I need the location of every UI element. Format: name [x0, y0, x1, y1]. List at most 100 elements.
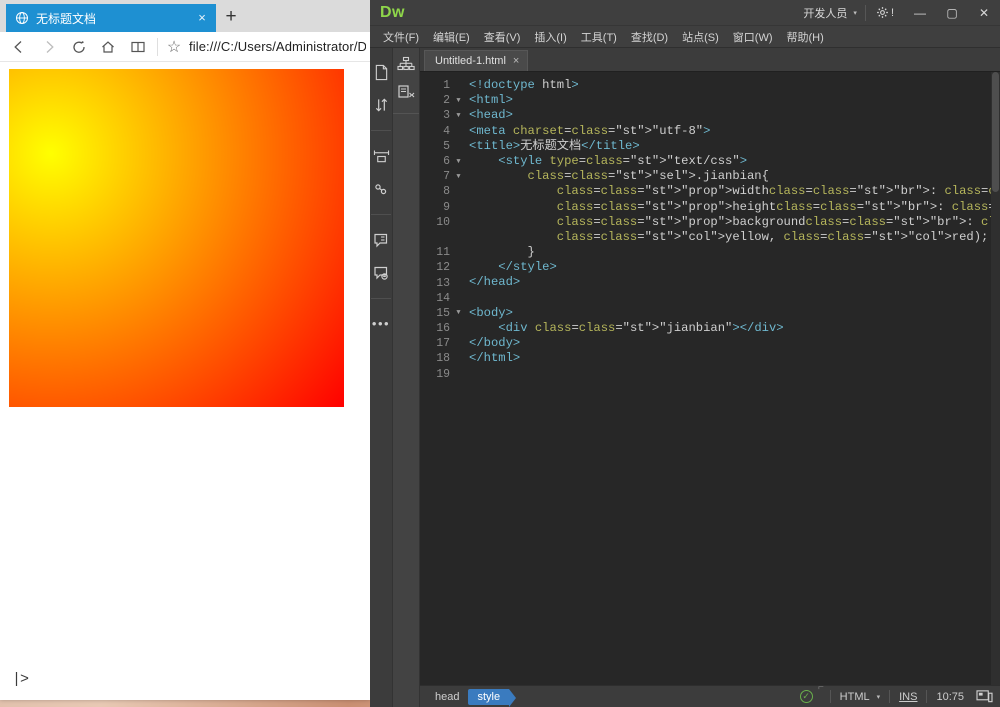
- sort-arrows-icon[interactable]: [370, 95, 392, 115]
- dw-tool-rail-left: •••: [370, 48, 393, 707]
- fold-triangle-icon[interactable]: ▼: [454, 112, 463, 120]
- code-line[interactable]: [469, 367, 1000, 382]
- line-number: 13▼: [420, 275, 466, 290]
- code-line[interactable]: </body>: [469, 336, 1000, 351]
- fold-triangle-icon[interactable]: ▼: [454, 173, 463, 181]
- code-editor[interactable]: 1▼2▼3▼4▼5▼6▼7▼8▼9▼10▼▼11▼12▼13▼14▼15▼16▼…: [420, 71, 1000, 685]
- code-content[interactable]: <!doctype html><html><head><meta charset…: [466, 72, 1000, 685]
- code-line[interactable]: </style>: [469, 260, 1000, 275]
- status-divider-1: [830, 690, 831, 703]
- code-line[interactable]: class=class="st">"sel">.jianbian{: [469, 169, 1000, 184]
- line-number: 7▼: [420, 169, 466, 184]
- resize-handle[interactable]: ⌐: [818, 682, 824, 693]
- minimize-button[interactable]: —: [904, 0, 936, 26]
- browser-tab[interactable]: 无标题文档 ×: [6, 4, 216, 32]
- code-line[interactable]: <title>无标题文档</title>: [469, 139, 1000, 154]
- menu-item-4[interactable]: 工具(T): [574, 26, 624, 48]
- code-line[interactable]: class=class="st">"prop">heightclass=clas…: [469, 200, 1000, 215]
- document-tab[interactable]: Untitled-1.html ×: [424, 50, 528, 71]
- dw-status-bar: ⌐ headstyle ✓ HTML ▾ INS 10:75: [420, 685, 1000, 707]
- close-button[interactable]: ✕: [968, 0, 1000, 26]
- line-number: 2▼: [420, 93, 466, 108]
- dw-tool-rail-right: [393, 48, 420, 707]
- more-dots-icon[interactable]: •••: [370, 314, 392, 334]
- validation-icon[interactable]: ✓: [800, 690, 813, 703]
- new-tab-button[interactable]: +: [216, 4, 246, 32]
- workspace-switcher[interactable]: 开发人员 ▾: [795, 0, 865, 25]
- line-number: 12▼: [420, 260, 466, 275]
- address-bar[interactable]: file:///C:/Users/Administrator/D: [186, 39, 366, 54]
- close-icon[interactable]: ×: [194, 10, 210, 26]
- assets-icon[interactable]: [370, 263, 392, 283]
- file-icon[interactable]: [370, 62, 392, 82]
- menu-item-6[interactable]: 站点(S): [675, 26, 726, 48]
- line-number: 18▼: [420, 351, 466, 366]
- back-icon[interactable]: [4, 33, 34, 61]
- code-line[interactable]: class=class="st">"prop">backgroundclass=…: [469, 215, 1000, 230]
- doc-type-selector[interactable]: HTML: [840, 691, 870, 703]
- code-line[interactable]: <!doctype html>: [469, 78, 1000, 93]
- dom-icon[interactable]: [370, 230, 392, 250]
- status-divider-3: [926, 690, 927, 703]
- dreamweaver-window: Dw 开发人员 ▾ ! —: [370, 0, 1000, 707]
- editor-scrollbar[interactable]: [991, 72, 1000, 685]
- globe-icon: [15, 11, 29, 25]
- site-tree-icon[interactable]: [395, 54, 417, 74]
- code-snippet-icon[interactable]: [395, 82, 417, 102]
- forward-icon[interactable]: [34, 33, 64, 61]
- home-icon[interactable]: [93, 33, 123, 61]
- code-line[interactable]: <body>: [469, 306, 1000, 321]
- breadcrumb-style[interactable]: style: [468, 689, 509, 705]
- breadcrumb-head[interactable]: head: [426, 689, 468, 705]
- chevron-down-icon: ▾: [853, 9, 857, 17]
- menu-item-0[interactable]: 文件(F): [376, 26, 426, 48]
- insert-icon[interactable]: [370, 146, 392, 166]
- document-tab-bar: Untitled-1.html ×: [420, 48, 1000, 71]
- menu-item-2[interactable]: 查看(V): [477, 26, 528, 48]
- gradient-preview-box: [9, 69, 344, 407]
- code-line[interactable]: <style type=class="st">"text/css">: [469, 154, 1000, 169]
- fold-triangle-icon[interactable]: ▼: [454, 97, 463, 105]
- menu-item-5[interactable]: 查找(D): [624, 26, 675, 48]
- menu-item-8[interactable]: 帮助(H): [780, 26, 831, 48]
- code-line[interactable]: class=class="st">"col">yellow, class=cla…: [469, 230, 1000, 245]
- menu-item-1[interactable]: 编辑(E): [426, 26, 477, 48]
- code-line[interactable]: <div class=class="st">"jianbian"></div>: [469, 321, 1000, 336]
- line-number-gutter: 1▼2▼3▼4▼5▼6▼7▼8▼9▼10▼▼11▼12▼13▼14▼15▼16▼…: [420, 72, 466, 685]
- menu-item-3[interactable]: 插入(I): [527, 26, 573, 48]
- gear-alert-label: !: [891, 7, 894, 19]
- dw-title-bar: Dw 开发人员 ▾ ! —: [370, 0, 1000, 26]
- rail-divider-2: [371, 214, 391, 215]
- css-designer-icon[interactable]: [370, 179, 392, 199]
- insert-mode-toggle[interactable]: INS: [899, 691, 917, 703]
- device-preview-icon[interactable]: [975, 689, 994, 705]
- text-cursor-marker: |>: [12, 671, 28, 688]
- refresh-icon[interactable]: [64, 33, 94, 61]
- fold-triangle-icon[interactable]: ▼: [454, 309, 463, 317]
- line-number: 14▼: [420, 291, 466, 306]
- code-line[interactable]: <html>: [469, 93, 1000, 108]
- chevron-down-icon[interactable]: ▾: [877, 693, 881, 701]
- line-number: 5▼: [420, 139, 466, 154]
- code-line[interactable]: }: [469, 245, 1000, 260]
- cursor-position: 10:75: [936, 691, 964, 703]
- code-line[interactable]: [469, 291, 1000, 306]
- code-line[interactable]: <head>: [469, 108, 1000, 123]
- settings-button[interactable]: !: [866, 6, 904, 19]
- code-line[interactable]: </head>: [469, 275, 1000, 290]
- menu-item-7[interactable]: 窗口(W): [726, 26, 780, 48]
- code-line[interactable]: <meta charset=class="st">"utf-8">: [469, 124, 1000, 139]
- maximize-button[interactable]: ▢: [936, 0, 968, 26]
- fold-triangle-icon[interactable]: ▼: [454, 158, 463, 166]
- tag-breadcrumb: headstyle: [426, 689, 509, 705]
- browser-tab-strip: 无标题文档 × +: [0, 0, 370, 32]
- code-line[interactable]: class=class="st">"prop">widthclass=class…: [469, 184, 1000, 199]
- reading-view-icon[interactable]: [123, 33, 153, 61]
- code-line[interactable]: </html>: [469, 351, 1000, 366]
- line-number: 11▼: [420, 245, 466, 260]
- line-number: 17▼: [420, 336, 466, 351]
- close-icon[interactable]: ×: [513, 55, 519, 67]
- favorite-star-icon[interactable]: ☆: [162, 33, 186, 61]
- line-number: 1▼: [420, 78, 466, 93]
- scrollbar-thumb[interactable]: [992, 72, 999, 192]
